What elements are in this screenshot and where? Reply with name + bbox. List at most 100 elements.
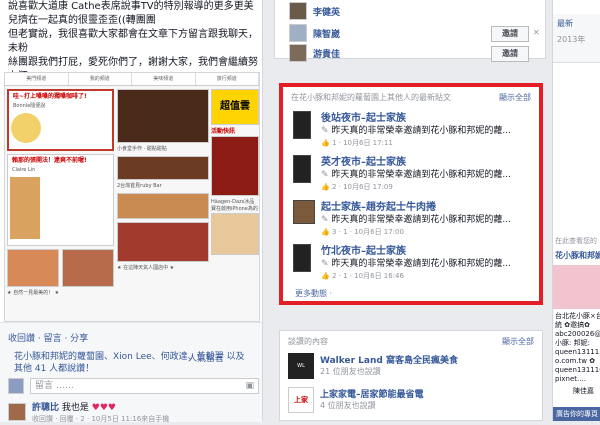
card-title: 寶在啟用iPhone為的: [211, 206, 258, 212]
feed-item[interactable]: 竹北夜市–起士家族 ✎ 昨天真的非常榮幸邀請到花小豚和邦妮的蘿... 👍 2 ·…: [293, 242, 533, 286]
post-column: 說喜歡大道康 Cathe表席說事TV的特別報導的更多更美 兒擠在一起真的很靈歪歪…: [0, 0, 263, 425]
invite-button[interactable]: 邀請: [491, 46, 529, 62]
feed-meta: 👍 2 · 10月6日 17:09: [321, 183, 393, 191]
page-logo: 上家: [288, 387, 314, 413]
post-thumbnail: [293, 200, 315, 224]
timeline-nav: 最新 2013年: [553, 14, 600, 63]
top-comments-link[interactable]: 人氣留言: [188, 351, 224, 364]
camera-icon[interactable]: ▣: [245, 381, 254, 391]
feed-desc: ✎ 昨天真的非常榮幸邀請到花小豚和邦妮的蘿...: [321, 215, 511, 225]
page-cover-image[interactable]: [553, 265, 600, 309]
timeline-latest[interactable]: 最新: [557, 18, 573, 29]
page-title[interactable]: 上家家電–居家節能最省電: [320, 387, 424, 400]
panel-heading: 談讚的內容: [288, 337, 328, 346]
close-icon[interactable]: ✕: [533, 28, 540, 37]
engagement-bar: 收回讚 · 留言 · 分享 花小豚和邦妮的蘿蔔園、Xion Lee、何政達、黃毅…: [0, 322, 262, 425]
article-card: 賴那的張開法！逮爽不前喔! Claire Lin: [7, 154, 114, 246]
avatar: [289, 44, 307, 62]
share-icon: ✎: [321, 170, 332, 180]
right-heading: 在此查看您的: [555, 237, 597, 245]
feed-title[interactable]: 竹北夜市–起士家族: [321, 242, 406, 257]
right-sidebar: 最新 2013年 在此查看您的 花小豚和邦妮的 台北花小豚×台 統 ✿邀搞✿ a…: [552, 0, 600, 421]
post-thumbnail: [293, 111, 311, 139]
panel-heading: 在花小豚和邦妮的蘿蔔園上其他人的最新貼文: [291, 93, 451, 102]
post-line: 兒擠在一起真的很靈歪歪((轉團團: [8, 15, 156, 26]
promote-page-button[interactable]: 廣告你的專頁: [553, 407, 600, 421]
comment: 許聰比 我也是 ♥♥♥ 收回讚 · 回覆 · 2 · 10月5日 11:16來自…: [8, 403, 169, 425]
post-line: 說喜歡大道康 Cathe表席說事TV的特別報導的更多更美: [8, 1, 254, 12]
latte-image: [11, 113, 41, 143]
magazine-left-column: 哇~打上嗓嗓的獨嗓咖啡了! Bonnie隨便說 賴那的張開法！逮爽不前喔! Cl…: [7, 89, 114, 297]
share-icon: ✎: [321, 126, 332, 136]
promo-banner: 超值雲: [211, 89, 259, 125]
heart-icon: ♥♥♥: [91, 403, 116, 413]
view-all-link[interactable]: 顯示全部: [499, 92, 531, 103]
card-title: 哇~打上嗓嗓的獨嗓咖啡了!: [13, 93, 87, 100]
card-title: 2台灣首見ruby Bar: [117, 183, 162, 189]
promo-sub: 活動快訊: [211, 128, 236, 135]
view-all-link[interactable]: 顯示全部: [502, 336, 534, 347]
food-thumb: [117, 156, 209, 180]
avatar: [8, 403, 26, 421]
feed-meta: 👍 2 · 1 · 10月6日 16:46: [321, 272, 404, 280]
card-author: Claire Lin: [12, 167, 36, 173]
avatar: [289, 24, 307, 42]
comment-author[interactable]: 許聰比: [32, 403, 59, 413]
feed-title[interactable]: 英才夜市–起士家族: [321, 153, 406, 168]
like-icon: 👍: [321, 272, 330, 280]
feed-item[interactable]: 後站夜市–起士家族 ✎ 昨天真的非常榮幸邀請到花小豚和邦妮的蘿... 👍 1 ·…: [293, 109, 533, 153]
friend-name[interactable]: 游貴佳: [313, 47, 340, 60]
page-meta: 4 位朋友也說讚: [320, 401, 376, 410]
card-title: 小食堂手作 · 甜點甜點: [117, 146, 167, 152]
food-thumb: [211, 213, 259, 255]
feed-title[interactable]: 起士家族–趙夯起士牛肉捲: [321, 198, 436, 213]
promo-image: [211, 136, 259, 196]
magazine-mid-column: 小食堂手作 · 甜點甜點 2台灣首見ruby Bar ★ 在這陣天氣人國店中 ★: [117, 89, 209, 272]
feed-title[interactable]: 後站夜市–起士家族: [321, 109, 406, 124]
invite-friends-panel: 李健英 陳智崴 邀請 ✕ 游貴佳 邀請: [274, 0, 546, 62]
like-icon: 👍: [321, 139, 330, 147]
thumb-row: [7, 249, 114, 290]
page-snippet: 台北花小豚×台 統 ✿邀搞✿ abc200026@y 小豚: 邦妮: queen…: [555, 312, 600, 383]
magazine-screenshot[interactable]: 美門頻道 我的頻道 美味頻道 旅行頻道 哇~打上嗓嗓的獨嗓咖啡了! Bonnie…: [4, 72, 260, 322]
mag-nav-item: 旅行頻道: [196, 73, 259, 85]
card-title: Häagen-Dazs冰品: [211, 199, 255, 205]
dish-image: [117, 89, 209, 143]
comment-input[interactable]: 留言 ……: [30, 378, 260, 394]
mag-nav-item: 美門頻道: [5, 73, 69, 85]
feed-meta: 👍 1 · 10月6日 17:11: [321, 139, 393, 147]
page-name-link[interactable]: 花小豚和邦妮的: [555, 250, 600, 261]
share-icon: ✎: [321, 215, 332, 225]
comment-meta: 收回讚 · 回覆 · 2 · 10月5日 11:16來自手機: [32, 415, 170, 423]
card-caption: ★ 自然一見最美的！ ★: [7, 290, 60, 296]
food-thumb: [62, 249, 114, 287]
more-activity-link[interactable]: 更多動態 ·: [295, 288, 332, 299]
featured-card: 哇~打上嗓嗓的獨嗓咖啡了! Bonnie隨便說: [7, 89, 114, 151]
avatar: [8, 378, 24, 394]
post-actions[interactable]: 收回讚 · 留言 · 分享: [8, 331, 88, 344]
friend-name[interactable]: 李健英: [313, 5, 340, 18]
feed-desc: ✎ 昨天真的非常榮幸邀請到花小豚和邦妮的蘿...: [321, 170, 511, 180]
post-line: 但老實說，我很喜歡大家都會在文章下方留言跟我聊天，未粉: [8, 29, 258, 54]
friend-row: 李健英: [289, 2, 340, 20]
card-author: Bonnie隨便說: [13, 103, 46, 109]
right-button[interactable]: 陳佳嘉: [573, 386, 594, 396]
magazine-nav: 美門頻道 我的頻道 美味頻道 旅行頻道: [5, 73, 259, 86]
timeline-year[interactable]: 2013年: [557, 34, 585, 45]
friend-name[interactable]: 陳智崴: [313, 27, 340, 40]
recent-posts-panel: 在花小豚和邦妮的蘿蔔園上其他人的最新貼文 顯示全部 後站夜市–起士家族 ✎ 昨天…: [279, 83, 543, 305]
promo-heading: 超值雲: [220, 101, 250, 112]
reply-row: 留言 …… ▣: [8, 378, 260, 394]
friend-row: 陳智崴: [289, 24, 340, 42]
like-icon: 👍: [321, 228, 330, 236]
invite-button[interactable]: 邀請: [491, 26, 529, 42]
mag-nav-item: 我的頻道: [69, 73, 132, 85]
feed-desc: ✎ 昨天真的非常榮幸邀請到花小豚和邦妮的蘿...: [321, 126, 511, 136]
page-title[interactable]: Walker Land 窩客島全民瘋美食: [320, 353, 458, 366]
feed-desc: ✎ 昨天真的非常榮幸邀請到花小豚和邦妮的蘿...: [321, 259, 511, 269]
feed-item[interactable]: 英才夜市–起士家族 ✎ 昨天真的非常榮幸邀請到花小豚和邦妮的蘿... 👍 2 ·…: [293, 153, 533, 197]
friend-row: 游貴佳: [289, 44, 340, 62]
dessert-image: [10, 177, 40, 239]
feed-meta: 👍 3 · 1 · 10月6日 17:00: [321, 228, 404, 236]
feed-item[interactable]: 起士家族–趙夯起士牛肉捲 ✎ 昨天真的非常榮幸邀請到花小豚和邦妮的蘿... 👍 …: [293, 198, 533, 242]
